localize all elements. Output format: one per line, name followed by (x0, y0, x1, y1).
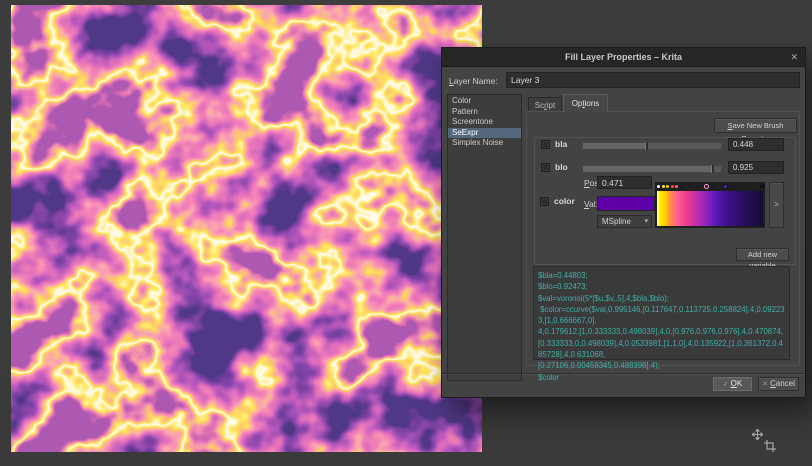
gradient-stop-marker[interactable] (662, 185, 665, 188)
gradient-stop-marker[interactable] (666, 185, 669, 188)
blo-slider-fill (583, 166, 711, 172)
blo-value-spinbox[interactable]: 0.925 (728, 161, 784, 174)
gradient-preview-bar[interactable] (657, 191, 763, 226)
voronoi-plasma-noise (11, 5, 482, 452)
gradient-stop-marker[interactable] (657, 185, 660, 188)
gradient-stop-marker[interactable] (675, 185, 678, 188)
gradient-stop-marker[interactable] (760, 184, 765, 189)
bla-slider-fill (583, 143, 645, 149)
list-item-screentone[interactable]: Screentone (448, 117, 521, 128)
val-label: Val: (584, 199, 598, 209)
cancel-button[interactable]: ✕Cancel (758, 377, 799, 391)
list-item-seexpr[interactable]: SeExpr (448, 128, 521, 139)
bla-slider-handle[interactable] (645, 142, 648, 150)
ok-button[interactable]: ✓OK (713, 377, 752, 391)
blo-slider[interactable] (582, 165, 722, 173)
blo-checkbox[interactable] (541, 163, 550, 172)
save-new-brush-preset-button[interactable]: Save New Brush Preset... (714, 118, 797, 133)
blo-label: blo (555, 162, 568, 172)
gradient-stop-marker[interactable] (671, 185, 674, 188)
layer-name-label-text: ayer Name: (454, 76, 498, 86)
blo-slider-handle[interactable] (711, 165, 714, 173)
cursor-icons (752, 429, 782, 455)
gradient-stop-marker-selected[interactable] (704, 184, 709, 189)
layer-name-label: Layer Name: (449, 76, 498, 86)
canvas-texture-preview (11, 5, 482, 452)
interpolation-dropdown[interactable]: MSpline ▾ (597, 215, 652, 228)
seexpr-script-editor[interactable]: $bla=0.44803; $blo=0.92473; $val=voronoi… (533, 266, 790, 360)
footer-separator (442, 373, 805, 374)
check-icon: ✓ (723, 381, 729, 388)
color-label: color (554, 196, 575, 206)
bla-checkbox[interactable] (541, 140, 550, 149)
pos-input[interactable] (597, 176, 652, 189)
add-new-variable-button[interactable]: Add new variable (736, 248, 789, 261)
gradient-next-button[interactable]: > (769, 182, 784, 228)
bla-label: bla (555, 139, 567, 149)
move-cursor-icon (752, 429, 763, 440)
layer-name-input[interactable] (506, 72, 800, 88)
tab-script[interactable]: Script (528, 97, 562, 112)
bla-slider[interactable] (582, 142, 722, 150)
color-value-swatch[interactable] (597, 196, 655, 211)
fill-layer-properties-dialog: Fill Layer Properties – Krita ✕ Layer Na… (441, 47, 806, 398)
list-item-color[interactable]: Color (448, 96, 521, 107)
interpolation-selected-value: MSpline (602, 217, 631, 226)
gradient-editor[interactable] (655, 182, 765, 228)
chevron-down-icon: ▾ (644, 216, 648, 227)
tab-options[interactable]: Options (563, 94, 608, 112)
bla-value-spinbox[interactable]: 0.448 (728, 138, 784, 151)
close-icon[interactable]: ✕ (790, 48, 798, 67)
desktop-background: Fill Layer Properties – Krita ✕ Layer Na… (0, 0, 812, 466)
color-checkbox[interactable] (540, 197, 549, 206)
cross-icon: ✕ (762, 381, 768, 388)
list-item-simplex-noise[interactable]: Simplex Noise (448, 138, 521, 149)
gradient-stop-marker[interactable] (723, 184, 728, 189)
crop-tool-icon (764, 440, 776, 452)
generator-type-list: Color Pattern Screentone SeExpr Simplex … (447, 94, 522, 381)
list-item-pattern[interactable]: Pattern (448, 107, 521, 118)
dialog-title: Fill Layer Properties – Krita (442, 48, 805, 67)
dialog-titlebar[interactable]: Fill Layer Properties – Krita ✕ (442, 48, 805, 67)
